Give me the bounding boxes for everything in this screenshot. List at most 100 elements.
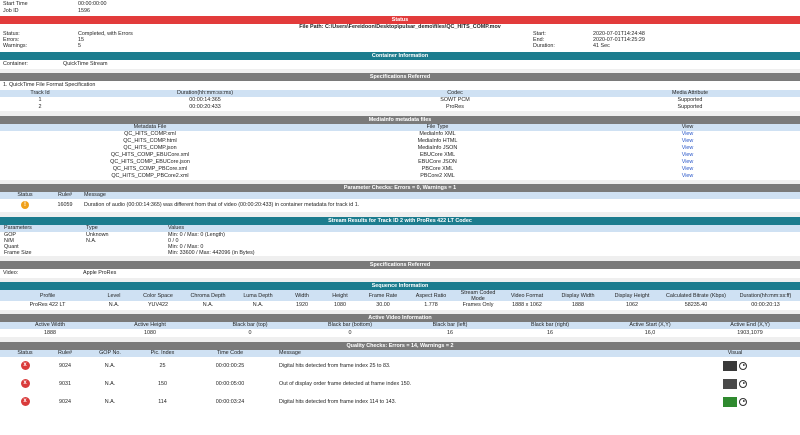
specifications-video-title-bar: Specifications Referred [0,260,800,269]
track-codec-cell: ProRes [446,104,464,110]
param-header-status: Status [17,192,33,198]
error-glyph: x [20,361,30,371]
quality-pic-index-cell: 150 [158,380,167,387]
sequence-value-cell: 30.00 [376,302,390,308]
sequence-value-cell: 1888 x 1062 [512,302,542,308]
stream-list: GOP Unknown Min: 0 / Max: 0 (Length) N/M N.A… [0,232,800,256]
param-header-row: Status Rule# Message [0,191,800,199]
spec-video-label: Video: [3,270,19,276]
frame-thumbnail[interactable] [723,396,737,407]
tracks-header-track-id: Track Id [30,90,50,96]
stream-header-parameters: Parameters [4,225,32,231]
view-link[interactable]: View [575,145,800,151]
sequence-header-cell: Height [332,292,348,299]
active-video-header-cell: Active Start (X,Y) [629,322,671,328]
file-type-cell: EBUCore XML [419,152,456,158]
visual-cell [670,378,800,389]
sequence-header-cell: Color Space [143,292,173,299]
job-header: Start Time 00:00:00:00 Job ID 1596 [0,0,800,16]
track-id-cell: 1 [38,97,42,103]
metadata-file-cell: QC_HITS_COMP_EBUCore.xml [110,152,190,158]
table-row: x 9024 N.A. 114 00:00:03:24 Digital hits dete… [0,393,800,411]
quality-pic-index-cell: 114 [158,398,167,405]
active-video-value-cell: 16 [547,329,553,336]
stream-type-cell: N.A. [86,237,97,244]
active-video-title-bar: Active Video Information [0,313,800,322]
quality-header-cell: Message [279,350,301,356]
parameter-checks-title-bar: Parameter Checks: Errors = 0, Warnings =… [0,183,800,192]
quality-timecode-cell: 00:00:03:24 [215,398,245,405]
active-video-value-cell: 1080 [144,329,156,336]
start-time-row: Start Time 00:00:00:00 [3,1,797,8]
sequence-header-cell: Stream Coded Mode [460,289,496,302]
view-link[interactable]: View [575,138,800,144]
stream-header-row: Parameters Type Values [0,224,800,232]
quality-timecode-cell: 00:00:05:00 [215,380,245,387]
frame-thumbnail[interactable] [723,360,737,371]
sequence-header-cell: Width [295,292,309,299]
stream-header-type: Type [86,225,98,231]
job-id-label: Job ID [3,8,19,14]
param-header-message: Message [84,192,106,198]
quality-list: x 9024 N.A. 25 00:00:00:25 Digital hits detec… [0,357,800,411]
sequence-header-cell: Frame Rate [368,292,398,299]
job-id-value: 1596 [78,8,90,14]
track-codec-cell: SOWT PCM [440,97,470,103]
container-row: Container: QuickTime Stream [0,60,800,69]
file-type-cell: MediaInfo XML [419,131,456,137]
table-row: QC_HITS_COMP_PBCore.xml PBCore XML View [0,166,800,173]
view-link[interactable]: View [575,159,800,165]
file-path: File Path: C:\Users\Fereidoon\Desktop\pu… [299,24,501,30]
quality-rule-cell: 9031 [59,380,71,387]
file-type-cell: PBCore2 XML [420,173,455,179]
quality-message-cell: Digital hits detected from frame index 2… [279,362,391,369]
metadata-file-cell: QC_HITS_COMP.xml [124,131,176,137]
frame-thumbnail[interactable] [723,378,737,389]
warning-icon: ! [0,201,50,210]
tracks-header-duration: Duration(hh:mm:ss:ms) [176,90,233,96]
active-video-header-cell: Active Height [134,322,166,328]
view-link[interactable]: View [575,131,800,137]
play-icon[interactable] [739,397,747,406]
view-link[interactable]: View [575,166,800,172]
quality-header-cell: Time Code [216,350,244,356]
sequence-value-cell: N.A. [202,302,214,308]
metadata-file-cell: QC_HITS_COMP_EBUCore.json [110,159,190,165]
container-label: Container: [3,61,28,67]
table-row: QC_HITS_COMP.json MediaInfo JSON View [0,145,800,152]
specification-video-row: Video: Apple ProRes [0,269,800,278]
table-row: QC_HITS_COMP_PBCore2.xml PBCore2 XML View [0,173,800,180]
error-icon: x [0,361,50,371]
view-link[interactable]: View [575,173,800,179]
sequence-value-cell: 1920 [296,302,308,308]
active-video-header-cell: Black bar (bottom) [327,322,373,328]
sequence-value-cell: N.A. [108,302,120,308]
active-video-value-cell: 1888 [44,329,56,336]
sequence-value-cell: 1.778 [424,302,438,308]
mediainfo-title-bar: MediaInfo metadata files [0,115,800,124]
sequence-header-cell: Level [107,292,121,299]
specifications-title-bar: Specifications Referred [0,72,800,81]
track-attribute-cell: Supported [677,104,703,110]
quality-header-cell: Visual [727,350,743,356]
active-video-value-cell: 16,0 [644,329,656,336]
quality-message-cell: Digital hits detected from frame index 1… [279,398,397,405]
quality-header-cell: Status [17,350,33,356]
table-row: x 9031 N.A. 150 00:00:05:00 Out of display or… [0,375,800,393]
metadata-file-cell: QC_HITS_COMP.html [123,138,177,144]
status-summary: Status: Completed, with Errors Errors: 15 … [0,31,800,50]
sequence-value-cell: Frames Only [462,302,494,308]
visual-cell [670,360,800,371]
view-link[interactable]: View [575,152,800,158]
quality-checks-title-bar: Quality Checks: Errors = 14, Warnings = … [0,341,800,350]
file-type-cell: MediaInfo HTML [417,138,458,144]
status-title-bar: Status [0,16,800,24]
sequence-header-cell: Chroma Depth [190,292,226,299]
stream-param-cell: Frame Size [4,249,32,256]
play-icon[interactable] [739,379,747,388]
sequence-header-cell: Display Height [614,292,650,299]
tracks-header-row: Track Id Duration(hh:mm:ss:ms) Codec Med… [0,89,800,97]
file-type-cell: MediaInfo JSON [417,145,458,151]
sequence-header-cell: Display Width [561,292,595,299]
play-icon[interactable] [739,361,747,370]
